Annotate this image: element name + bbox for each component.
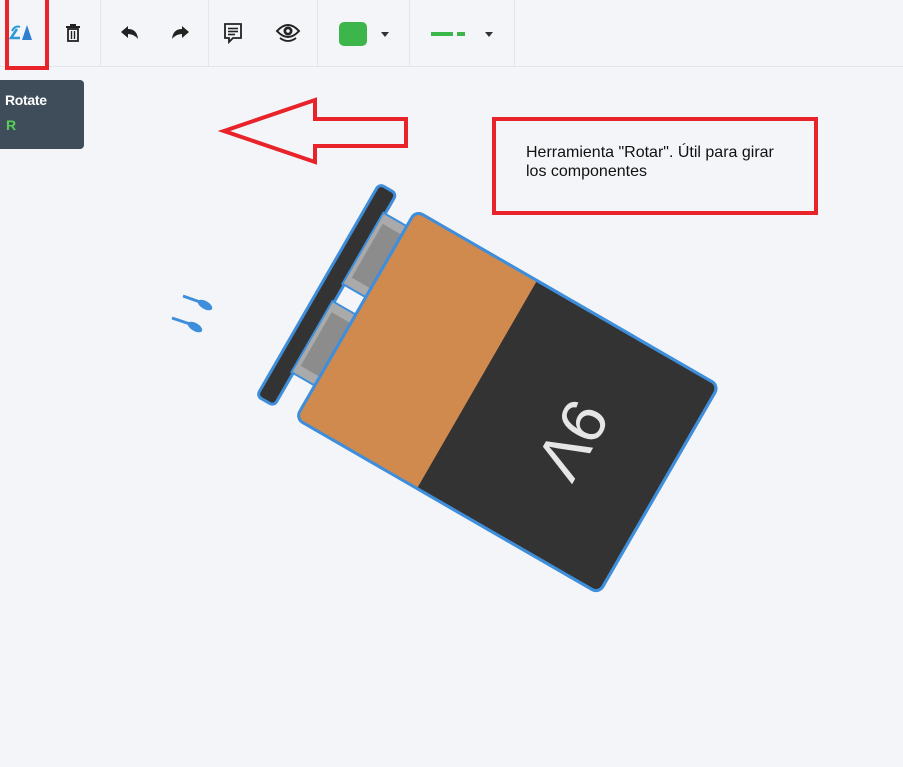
- wire-connector-icon: [171, 294, 213, 333]
- battery-component[interactable]: 9V: [0, 0, 903, 767]
- editor-page: Rotate R Herramienta "Rotar". Útil para …: [0, 0, 903, 767]
